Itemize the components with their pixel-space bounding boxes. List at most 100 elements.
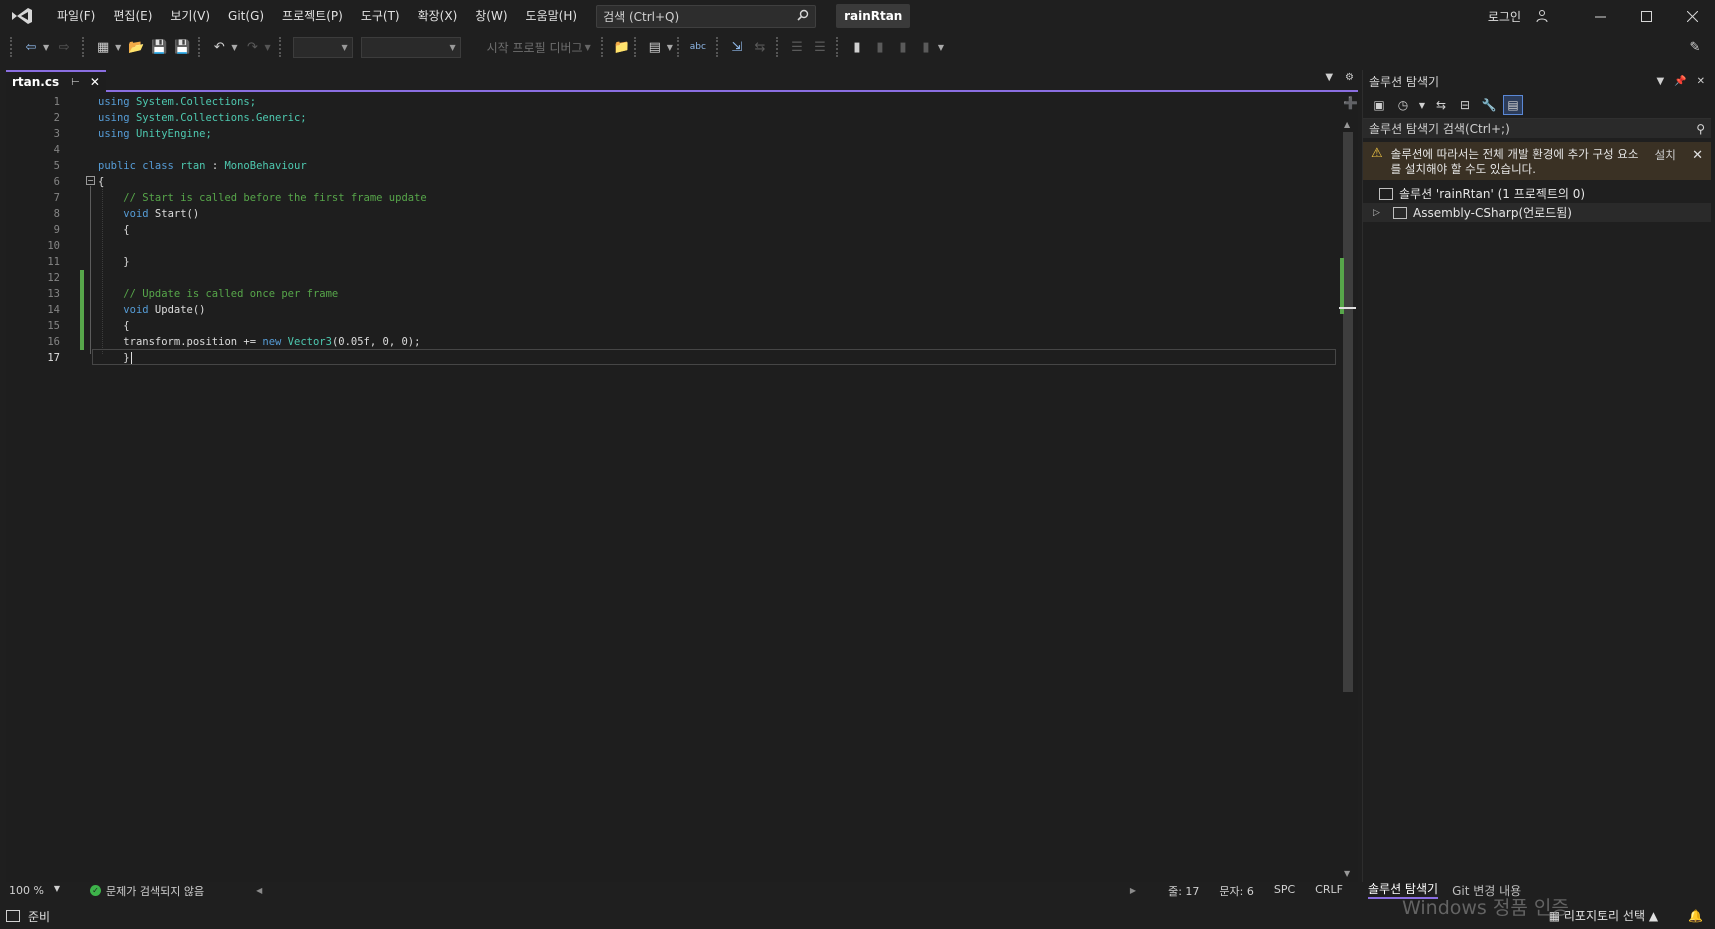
find-in-files-icon[interactable]: 📁 (611, 36, 633, 58)
menu-help[interactable]: 도움말(H) (517, 4, 587, 28)
collapse-region-icon[interactable]: − (86, 176, 95, 185)
global-search-input[interactable]: 검색 (Ctrl+Q) (596, 4, 817, 28)
tree-item-project[interactable]: ▷ Assembly-CSharp(언로드됨) (1363, 203, 1711, 222)
solution-platform-select[interactable]: ▼ (360, 36, 461, 58)
uncomment-icon[interactable]: ☰ (809, 36, 831, 58)
zoom-select[interactable]: 100 % ▼ (6, 884, 66, 897)
scroll-left-icon[interactable]: ◀ (256, 886, 262, 895)
previous-bookmark-icon[interactable]: ▮ (869, 36, 891, 58)
close-tab-icon[interactable]: ✕ (90, 75, 100, 89)
sync-with-document-icon[interactable]: ⇆ (1431, 95, 1451, 115)
scroll-right-icon[interactable]: ▶ (1130, 886, 1136, 895)
column-info[interactable]: 문자: 6 (1219, 883, 1253, 899)
spell-check-icon[interactable]: abc (687, 36, 709, 58)
warning-message: 솔루션에 따라서는 전체 개발 환경에 추가 구성 요소를 설치해야 할 수도 … (1390, 147, 1639, 176)
auto-hide-pin-icon[interactable]: 📌 (1674, 76, 1686, 87)
preview-selected-items-icon[interactable]: ▤ (1503, 95, 1523, 115)
menu-git[interactable]: Git(G) (219, 4, 273, 28)
close-window-icon[interactable] (1669, 0, 1715, 32)
menu-tools[interactable]: 도구(T) (352, 4, 409, 28)
redo-dropdown-icon[interactable]: ▼ (264, 43, 270, 52)
scroll-down-icon[interactable]: ▼ (1344, 869, 1350, 878)
standard-toolbar: ⇦ ▼ ⇨ ▦ ▼ 📂 💾 💾 ↶ ▼ ↷ ▼ ▼ ▼ 시작 프로필 디버그 ▼… (0, 32, 1715, 62)
menu-view[interactable]: 보기(V) (161, 4, 219, 28)
maximize-icon[interactable] (1623, 0, 1669, 32)
tab-list-dropdown-icon[interactable]: ▼ (1325, 72, 1333, 83)
menu-edit[interactable]: 편집(E) (104, 4, 161, 28)
notifications-bell-icon[interactable]: 🔔 (1688, 909, 1703, 923)
menu-file[interactable]: 파일(F) (48, 4, 104, 28)
code-line-15: { (123, 320, 130, 332)
close-panel-icon[interactable]: ✕ (1697, 76, 1705, 87)
scroll-up-icon[interactable]: ▲ (1344, 120, 1350, 129)
minimize-icon[interactable] (1577, 0, 1623, 32)
new-item-dropdown-icon[interactable]: ▼ (115, 43, 121, 52)
login-link[interactable]: 로그인 (1488, 8, 1521, 25)
navigate-back-dropdown-icon[interactable]: ▼ (43, 43, 49, 52)
account-settings-icon[interactable] (1527, 0, 1557, 32)
line-number: 10 (47, 240, 60, 252)
next-bookmark-icon[interactable]: ▮ (892, 36, 914, 58)
menu-extensions[interactable]: 확장(X) (409, 4, 467, 28)
step-over-icon[interactable]: ⇆ (749, 36, 771, 58)
layout-icon[interactable]: ▤ (644, 36, 666, 58)
toolbar-grip (835, 37, 840, 57)
toolbar-overflow-icon[interactable]: ▼ (938, 43, 944, 52)
tree-item-solution[interactable]: 솔루션 'rainRtan' (1 프로젝트의 0) (1363, 184, 1711, 203)
warning-icon: ⚠ (1371, 146, 1383, 161)
scrollbar-thumb[interactable] (1343, 132, 1353, 692)
start-debug-dropdown-icon[interactable]: ▼ (585, 43, 591, 52)
dismiss-warning-icon[interactable]: ✕ (1692, 148, 1703, 163)
split-editor-icon[interactable]: ➕ (1343, 96, 1358, 110)
tab-rtan-cs[interactable]: rtan.cs ⊢ ✕ (6, 70, 106, 92)
code-pane[interactable]: 1 2 3 4 5 6 7 8 9 10 11 12 13 14 15 16 17 − using System… (6, 94, 1338, 882)
solution-explorer-search-input[interactable]: 솔루션 탐색기 검색(Ctrl+;) ⚲ (1363, 118, 1711, 138)
undo-dropdown-icon[interactable]: ▼ (231, 43, 237, 52)
line-ending-mode[interactable]: CRLF (1315, 883, 1343, 899)
issues-indicator[interactable]: ✓ 문제가 검색되지 않음 (90, 883, 204, 899)
clear-bookmarks-icon[interactable]: ▮ (915, 36, 937, 58)
vertical-scrollbar[interactable]: ➕ ▲ ▼ (1338, 94, 1358, 882)
open-folder-icon[interactable]: 📂 (125, 36, 147, 58)
toolbar-grip (633, 37, 638, 57)
new-project-icon[interactable]: ▦ (92, 36, 114, 58)
horizontal-scrollbar[interactable]: ◀ ▶ (256, 885, 1136, 897)
toolbar-grip[interactable] (10, 37, 14, 57)
save-icon[interactable]: 💾 (148, 36, 170, 58)
line-info[interactable]: 줄: 17 (1168, 883, 1199, 899)
pin-icon[interactable]: ⊢ (71, 77, 80, 88)
feedback-icon[interactable]: ✎ (1684, 36, 1706, 58)
project-name-badge[interactable]: rainRtan (836, 4, 911, 28)
line-number: 13 (47, 288, 60, 300)
whitespace-mode[interactable]: SPC (1274, 883, 1295, 899)
switch-views-icon[interactable]: ▣ (1369, 95, 1389, 115)
filter-dropdown-icon[interactable]: ▼ (1417, 95, 1427, 115)
expand-arrow-icon[interactable]: ▷ (1373, 208, 1387, 218)
layout-dropdown-icon[interactable]: ▼ (667, 43, 673, 52)
pending-changes-filter-icon[interactable]: ◷ (1393, 95, 1413, 115)
output-window-icon[interactable] (6, 910, 20, 922)
panel-options-dropdown-icon[interactable]: ▼ (1656, 76, 1664, 87)
menu-window[interactable]: 창(W) (466, 4, 516, 28)
comment-out-icon[interactable]: ☰ (786, 36, 808, 58)
install-link[interactable]: 설치 (1655, 147, 1676, 163)
solution-configuration-select[interactable]: ▼ (292, 36, 353, 58)
search-icon[interactable]: ⚲ (1696, 122, 1705, 136)
step-into-icon[interactable]: ⇲ (726, 36, 748, 58)
navigate-forward-icon[interactable]: ⇨ (53, 36, 75, 58)
editor-status-row: 100 % ▼ ✓ 문제가 검색되지 않음 ◀ ▶ 줄: 17 문자: 6 SP… (6, 882, 1358, 899)
menu-project[interactable]: 프로젝트(P) (273, 4, 352, 28)
code-line-11: } (123, 256, 130, 268)
line-number: 5 (53, 160, 60, 172)
settings-gear-icon[interactable]: ⚙ (1345, 72, 1354, 83)
save-all-icon[interactable]: 💾 (171, 36, 193, 58)
bookmark-icon[interactable]: ▮ (846, 36, 868, 58)
collapse-all-icon[interactable]: ⊟ (1455, 95, 1475, 115)
tab-title: rtan.cs (12, 75, 60, 89)
properties-wrench-icon[interactable]: 🔧 (1479, 95, 1499, 115)
start-debug-button[interactable]: 시작 프로필 디버그 (487, 39, 583, 56)
watermark-text: Windows 정품 인증 (1402, 897, 1569, 919)
redo-icon[interactable]: ↷ (241, 36, 263, 58)
undo-icon[interactable]: ↶ (208, 36, 230, 58)
navigate-back-icon[interactable]: ⇦ (20, 36, 42, 58)
